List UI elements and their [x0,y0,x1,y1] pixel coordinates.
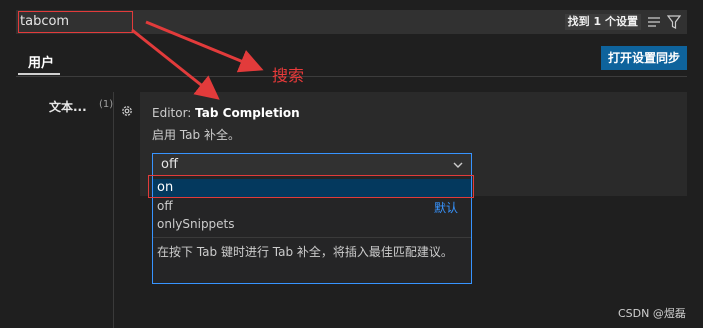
dropdown-divider [153,237,471,238]
filter-icon[interactable] [667,14,681,30]
arrow-to-select [131,28,220,100]
tab-completion-select[interactable]: off [152,153,472,176]
setting-title: Editor: Tab Completion [152,106,300,120]
search-annotation-box [18,11,133,33]
chevron-down-icon [453,162,463,168]
tab-divider [16,76,687,77]
toc-item-text-editor[interactable]: 文本... [49,98,87,115]
default-badge: 默认 [434,201,459,215]
option-description: 在按下 Tab 键时进行 Tab 补全，将插入最佳匹配建议。 [157,245,453,259]
tab-user[interactable]: 用户 [28,52,54,71]
select-option-off[interactable]: off [157,199,173,213]
setting-title-prefix: Editor: [152,106,196,120]
tab-active-indicator [18,73,60,75]
toc-item-count: (1) [99,99,114,110]
settings-sync-button[interactable]: 打开设置同步 [601,46,687,70]
watermark: CSDN @煜磊 [618,307,686,320]
annotation-search-label: 搜索 [272,66,305,85]
select-option-only-snippets[interactable]: onlySnippets [157,217,235,231]
select-value: off [161,157,178,172]
clear-filter-list-icon[interactable] [647,15,661,29]
toc-divider [113,92,114,328]
gear-icon[interactable] [120,104,134,118]
setting-title-name: Tab Completion [195,106,300,120]
setting-description: 启用 Tab 补全。 [152,128,240,142]
search-result-count: 找到 1 个设置 [564,14,641,30]
option-annotation-box [148,175,474,198]
